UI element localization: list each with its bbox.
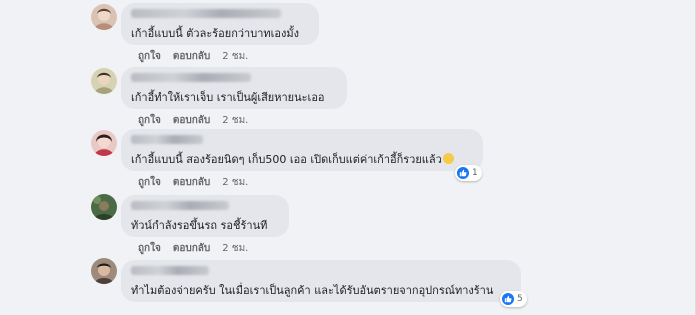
comment-text: ทัวน์กำลังรอขึ้นรถ รอชี้ร้านที [131, 219, 268, 232]
comment-thread: เก้าอี้แบบนี้ ตัวละร้อยกว่าบาทเองมั้ง ถู… [0, 0, 696, 315]
comment-text: ทำไมต้องจ่ายครับ ในเมื่อเราเป็นลูกค้า แล… [131, 284, 494, 297]
comment-bubble: เก้าอี้แบบนี้ สองร้อยนิดๆ เก็บ500 เออ เป… [121, 129, 483, 171]
comment-text: เก้าอี้ทำให้เราเจ็บ เราเป็นผู้เสียหายนะเ… [131, 91, 325, 104]
thumbs-up-icon [457, 167, 469, 179]
like-button[interactable]: ถูกใจ [138, 115, 161, 126]
avatar-photo-icon [91, 4, 117, 30]
author-name-blurred[interactable] [131, 9, 281, 18]
reply-button[interactable]: ตอบกลับ [173, 51, 210, 62]
avatar[interactable] [91, 258, 117, 284]
avatar[interactable] [91, 4, 117, 30]
comment-actions: ถูกใจ ตอบกลับ 2 ชม. [138, 113, 260, 128]
avatar-photo-icon [91, 194, 117, 220]
timestamp[interactable]: 2 ชม. [222, 115, 248, 126]
comment-text: เก้าอี้แบบนี้ สองร้อยนิดๆ เก็บ500 เออ เป… [131, 150, 473, 168]
comment-actions: ถูกใจ ตอบกลับ 2 ชม. [138, 241, 260, 256]
avatar-photo-icon [91, 68, 117, 94]
author-name-blurred[interactable] [131, 135, 203, 144]
reaction-count: 1 [472, 168, 478, 178]
timestamp[interactable]: 2 ชม. [222, 177, 248, 188]
avatar-photo-icon [91, 258, 117, 284]
avatar-photo-icon [91, 130, 117, 156]
comment-bubble: เก้าอี้แบบนี้ ตัวละร้อยกว่าบาทเองมั้ง [121, 3, 319, 45]
reaction-count: 5 [517, 294, 523, 304]
comment-actions: ถูกใจ ตอบกลับ 2 ชม. [138, 175, 260, 190]
author-name-blurred[interactable] [131, 266, 209, 275]
comment-text: เก้าอี้แบบนี้ ตัวละร้อยกว่าบาทเองมั้ง [131, 27, 299, 40]
author-name-blurred[interactable] [131, 73, 251, 82]
reply-button[interactable]: ตอบกลับ [173, 115, 210, 126]
comment-bubble: ทัวน์กำลังรอขึ้นรถ รอชี้ร้านที [121, 195, 289, 237]
like-button[interactable]: ถูกใจ [138, 177, 161, 188]
thumbs-up-icon [502, 293, 514, 305]
like-button[interactable]: ถูกใจ [138, 243, 161, 254]
reply-button[interactable]: ตอบกลับ [173, 243, 210, 254]
timestamp[interactable]: 2 ชม. [222, 51, 248, 62]
comment-bubble: ทำไมต้องจ่ายครับ ในเมื่อเราเป็นลูกค้า แล… [121, 260, 521, 302]
reaction-count-badge[interactable]: 1 [455, 165, 482, 181]
timestamp[interactable]: 2 ชม. [222, 243, 248, 254]
reaction-count-badge[interactable]: 5 [500, 291, 527, 307]
avatar[interactable] [91, 130, 117, 156]
comment-bubble: เก้าอี้ทำให้เราเจ็บ เราเป็นผู้เสียหายนะเ… [121, 67, 347, 109]
sweat-smile-emoji-icon [442, 153, 454, 164]
author-name-blurred[interactable] [131, 201, 229, 210]
reply-button[interactable]: ตอบกลับ [173, 177, 210, 188]
avatar[interactable] [91, 68, 117, 94]
avatar[interactable] [91, 194, 117, 220]
comment-actions: ถูกใจ ตอบกลับ 2 ชม. [138, 49, 260, 64]
like-button[interactable]: ถูกใจ [138, 51, 161, 62]
